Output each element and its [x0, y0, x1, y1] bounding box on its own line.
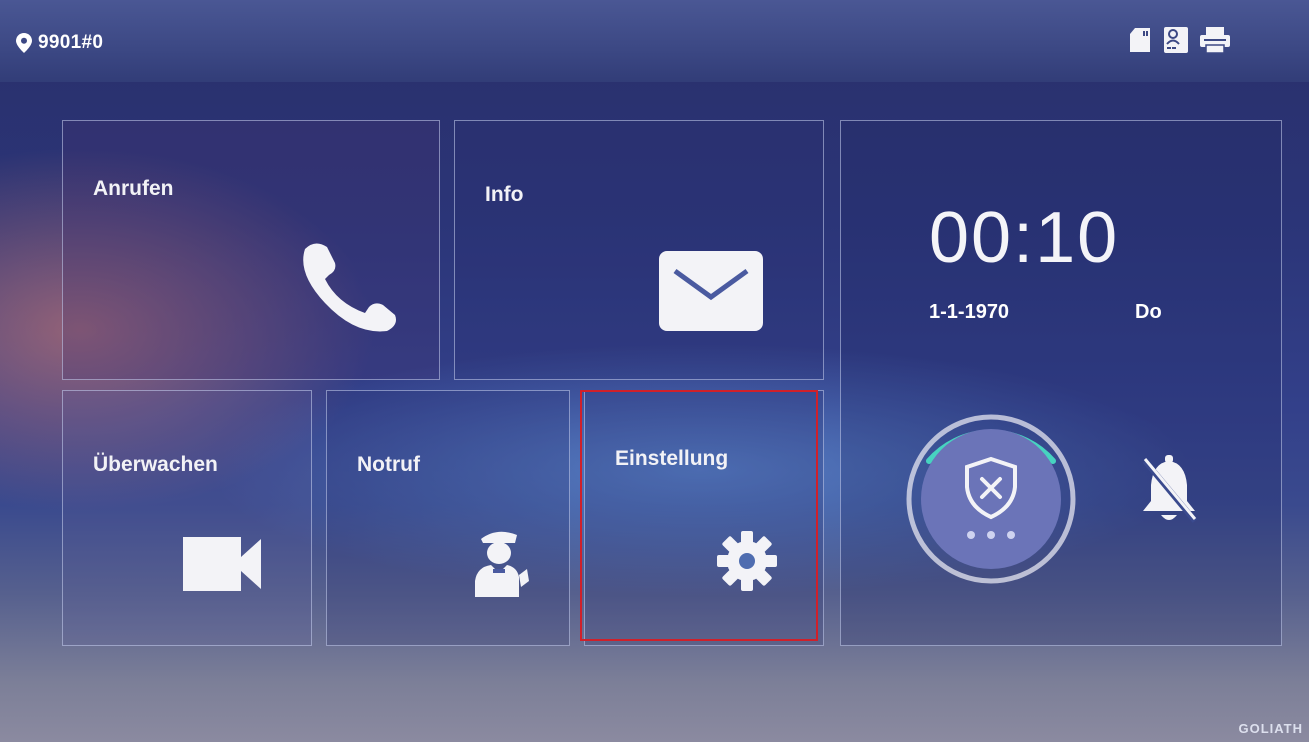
- envelope-icon: [659, 251, 763, 331]
- clock-time: 00:10: [929, 198, 1120, 278]
- printer-icon: [1200, 27, 1230, 54]
- bell-muted-icon[interactable]: [1137, 455, 1201, 527]
- guard-icon: [475, 531, 529, 597]
- clock-weekday: Do: [1135, 301, 1162, 323]
- tile-emergency[interactable]: Notruf: [326, 390, 570, 646]
- video-camera-icon: [183, 537, 261, 591]
- sd-card-icon: [1130, 28, 1150, 52]
- brand-logo: GOLIATH: [1238, 721, 1303, 736]
- tile-info-label: Info: [485, 183, 524, 206]
- device-id: 9901#0: [38, 32, 104, 53]
- tile-monitor-label: Überwachen: [93, 453, 218, 476]
- tile-emergency-label: Notruf: [357, 453, 420, 476]
- status-bar: 9901#0: [0, 0, 1309, 82]
- clock-date: 1-1-1970: [929, 301, 1010, 323]
- selection-highlight: [580, 390, 818, 641]
- tile-call-label: Anrufen: [93, 177, 174, 200]
- clock-panel: 00:10 1-1-1970 Do: [840, 120, 1282, 646]
- tile-info[interactable]: Info: [454, 120, 824, 380]
- status-icons: [1127, 26, 1231, 54]
- contact-card-icon: [1164, 27, 1188, 53]
- phone-icon: [303, 243, 396, 332]
- tile-monitor[interactable]: Überwachen: [62, 390, 312, 646]
- tile-call[interactable]: Anrufen: [62, 120, 440, 380]
- location-indicator: 9901#0: [16, 32, 103, 54]
- location-pin-icon: [16, 33, 32, 53]
- arm-button[interactable]: [903, 411, 1079, 587]
